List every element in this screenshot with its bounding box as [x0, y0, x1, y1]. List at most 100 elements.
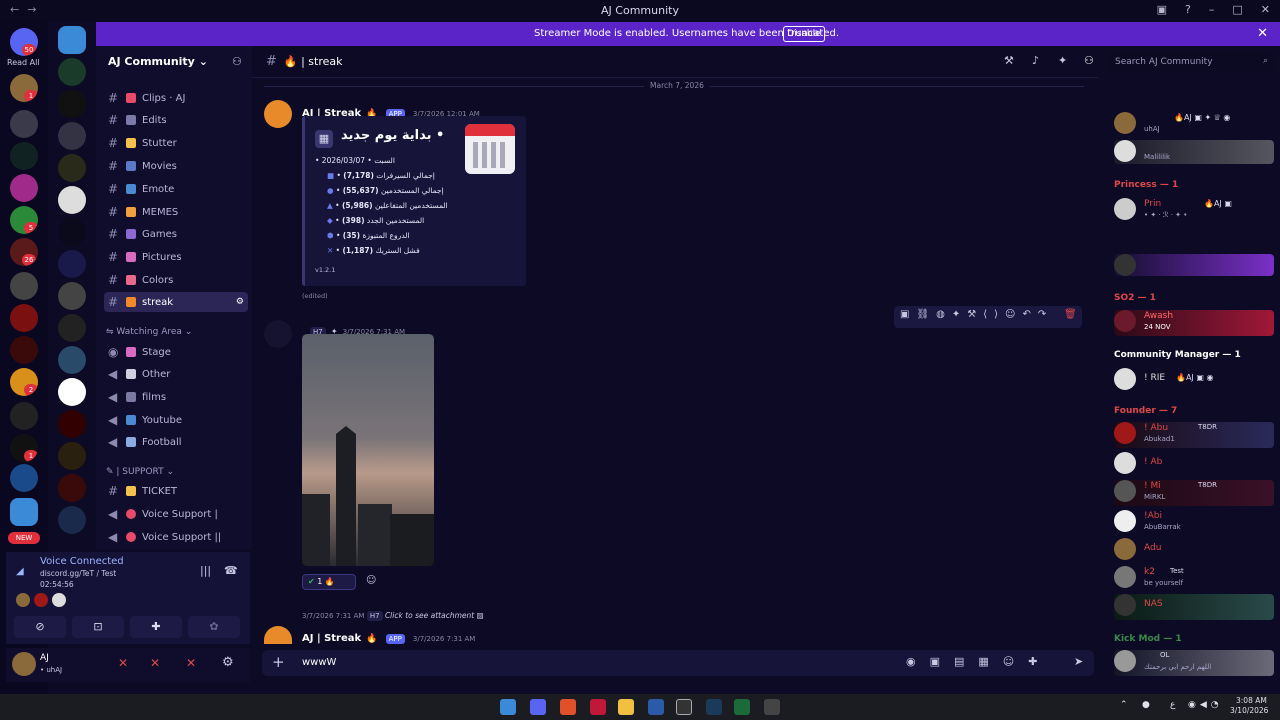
- image-attachment[interactable]: [302, 334, 434, 566]
- app-icon[interactable]: [764, 699, 780, 715]
- add-reaction-icon[interactable]: ☺: [366, 575, 376, 586]
- folder-icon[interactable]: [58, 26, 86, 54]
- voice-channel-item[interactable]: ◀ films: [104, 387, 248, 407]
- mic-icon[interactable]: ●: [1142, 700, 1150, 710]
- channel-settings-icon[interactable]: ⚙: [236, 297, 244, 307]
- camera-off-button[interactable]: ⊘: [14, 616, 66, 638]
- user-avatar[interactable]: [12, 652, 36, 676]
- server-icon[interactable]: [10, 110, 38, 138]
- member-row[interactable]: 🔥AJ ▣ ✦ ♕ ◉ uhAJ: [1114, 112, 1274, 138]
- notification-bell-icon[interactable]: ♪: [1032, 54, 1039, 67]
- server-icon[interactable]: [58, 58, 86, 86]
- server-icon[interactable]: 2: [10, 368, 38, 396]
- send-icon[interactable]: ➤: [1074, 655, 1083, 668]
- member-row[interactable]: Prin 🔥AJ ▣ • ✦ · ℛ · ✦ •: [1114, 198, 1274, 224]
- folder-icon[interactable]: [10, 498, 38, 526]
- server-icon[interactable]: [10, 272, 38, 300]
- server-icon[interactable]: [10, 142, 38, 170]
- channel-item[interactable]: # Clips · AJ: [104, 88, 248, 108]
- add-member-icon[interactable]: ⚇: [232, 55, 242, 68]
- channel-item[interactable]: # Stutter: [104, 133, 248, 153]
- server-icon[interactable]: [58, 410, 86, 438]
- search-input[interactable]: Search AJ Community ⌕: [1108, 52, 1274, 72]
- voice-channel-item[interactable]: ◀ Other: [104, 364, 248, 384]
- server-icon[interactable]: [58, 122, 86, 150]
- voice-channel-item[interactable]: ◀ Youtube: [104, 410, 248, 430]
- attach-plus-icon[interactable]: +: [272, 653, 285, 671]
- soundboard-button[interactable]: ✿: [188, 616, 240, 638]
- member-row[interactable]: ! Ab: [1114, 452, 1274, 478]
- server-icon[interactable]: [58, 218, 86, 246]
- disconnect-icon[interactable]: ☎: [224, 564, 238, 577]
- member-row[interactable]: !Abi AbuBarrak: [1114, 510, 1274, 536]
- category-watching-area[interactable]: ⇋ Watching Area ⌄: [106, 327, 192, 337]
- threads-icon[interactable]: ⚒: [1004, 54, 1014, 67]
- avatar[interactable]: [34, 593, 48, 607]
- server-icon[interactable]: [58, 154, 86, 182]
- close-button[interactable]: ✕: [1261, 3, 1270, 16]
- minimize-button[interactable]: –: [1209, 3, 1215, 16]
- user-avatar[interactable]: [264, 320, 292, 348]
- noise-suppression-icon[interactable]: |||: [200, 564, 211, 577]
- server-icon[interactable]: 5: [10, 206, 38, 234]
- toolbar-icons[interactable]: ▣⛓◍✦⚒⟨⟩☺↶↷: [900, 309, 1053, 320]
- category-support[interactable]: ✎ | SUPPORT ⌄: [106, 467, 174, 477]
- app-icon[interactable]: [648, 699, 664, 715]
- member-row[interactable]: NAS: [1114, 594, 1274, 620]
- voice-channel-item[interactable]: ◀ Football: [104, 432, 248, 452]
- server-icon[interactable]: [10, 336, 38, 364]
- bot-avatar[interactable]: [264, 100, 292, 128]
- app-icon[interactable]: [676, 699, 692, 715]
- server-icon[interactable]: [58, 506, 86, 534]
- server-icon[interactable]: [58, 250, 86, 278]
- server-icon[interactable]: [10, 464, 38, 492]
- voice-channel-item[interactable]: ◉ Stage: [104, 342, 248, 362]
- avatar[interactable]: [52, 593, 66, 607]
- server-icon[interactable]: 26: [10, 238, 38, 266]
- server-icon[interactable]: [58, 314, 86, 342]
- voice-channel-item[interactable]: ◀ Voice Support |: [104, 504, 248, 524]
- member-row[interactable]: k2 Test be yourself: [1114, 566, 1274, 592]
- composer-input[interactable]: wwwW: [302, 657, 336, 668]
- pinned-icon[interactable]: ✦: [1058, 54, 1067, 67]
- app-icon[interactable]: [590, 699, 606, 715]
- read-all-button[interactable]: Read All: [7, 58, 40, 67]
- member-list-icon[interactable]: ⚇: [1084, 54, 1094, 67]
- member-row[interactable]: ! RIE 🔥AJ ▣ ◉: [1114, 368, 1274, 394]
- member-row[interactable]: ! Abu T8DR Abukad1: [1114, 422, 1274, 448]
- server-icon[interactable]: [58, 474, 86, 502]
- server-icon[interactable]: [58, 442, 86, 470]
- maximize-button[interactable]: □: [1232, 3, 1242, 16]
- voice-channel[interactable]: discord.gg/TeT / Test: [40, 569, 116, 578]
- member-row[interactable]: [1114, 254, 1274, 276]
- message-composer[interactable]: + wwwW ◉▣▤▦☺✚ ➤: [262, 650, 1094, 676]
- help-icon[interactable]: ?: [1185, 3, 1191, 16]
- settings-gear-icon[interactable]: ⚙: [222, 655, 234, 670]
- server-icon[interactable]: [10, 174, 38, 202]
- server-icon[interactable]: [10, 402, 38, 430]
- channel-item[interactable]: # Movies: [104, 156, 248, 176]
- avatar[interactable]: [16, 593, 30, 607]
- activities-button[interactable]: ✚: [130, 616, 182, 638]
- server-icon[interactable]: [58, 90, 86, 118]
- server-icon[interactable]: [58, 282, 86, 310]
- channel-item[interactable]: # TICKET: [104, 481, 248, 501]
- home-button[interactable]: 50: [10, 28, 38, 56]
- channel-item[interactable]: # MEMES: [104, 202, 248, 222]
- close-icon[interactable]: ✕: [1257, 26, 1268, 41]
- inbox-icon[interactable]: ▣: [1157, 3, 1167, 16]
- discord-icon[interactable]: [530, 699, 546, 715]
- member-row[interactable]: Awash 24 NOV: [1114, 310, 1274, 336]
- channel-item-active[interactable]: # streak ⚙: [104, 292, 248, 312]
- server-icon[interactable]: [58, 378, 86, 406]
- server-icon[interactable]: 1: [10, 74, 38, 102]
- start-icon[interactable]: [500, 699, 516, 715]
- channel-item[interactable]: # Emote: [104, 179, 248, 199]
- disable-button[interactable]: Disable: [783, 26, 825, 42]
- server-icon[interactable]: 1: [10, 434, 38, 462]
- channel-item[interactable]: # Pictures: [104, 247, 248, 267]
- composer-tools[interactable]: ◉▣▤▦☺✚: [906, 655, 1051, 668]
- tray-chevron-icon[interactable]: ⌃: [1120, 700, 1128, 710]
- window-controls[interactable]: ▣? – □ ✕: [1157, 3, 1270, 16]
- channel-item[interactable]: # Colors: [104, 270, 248, 290]
